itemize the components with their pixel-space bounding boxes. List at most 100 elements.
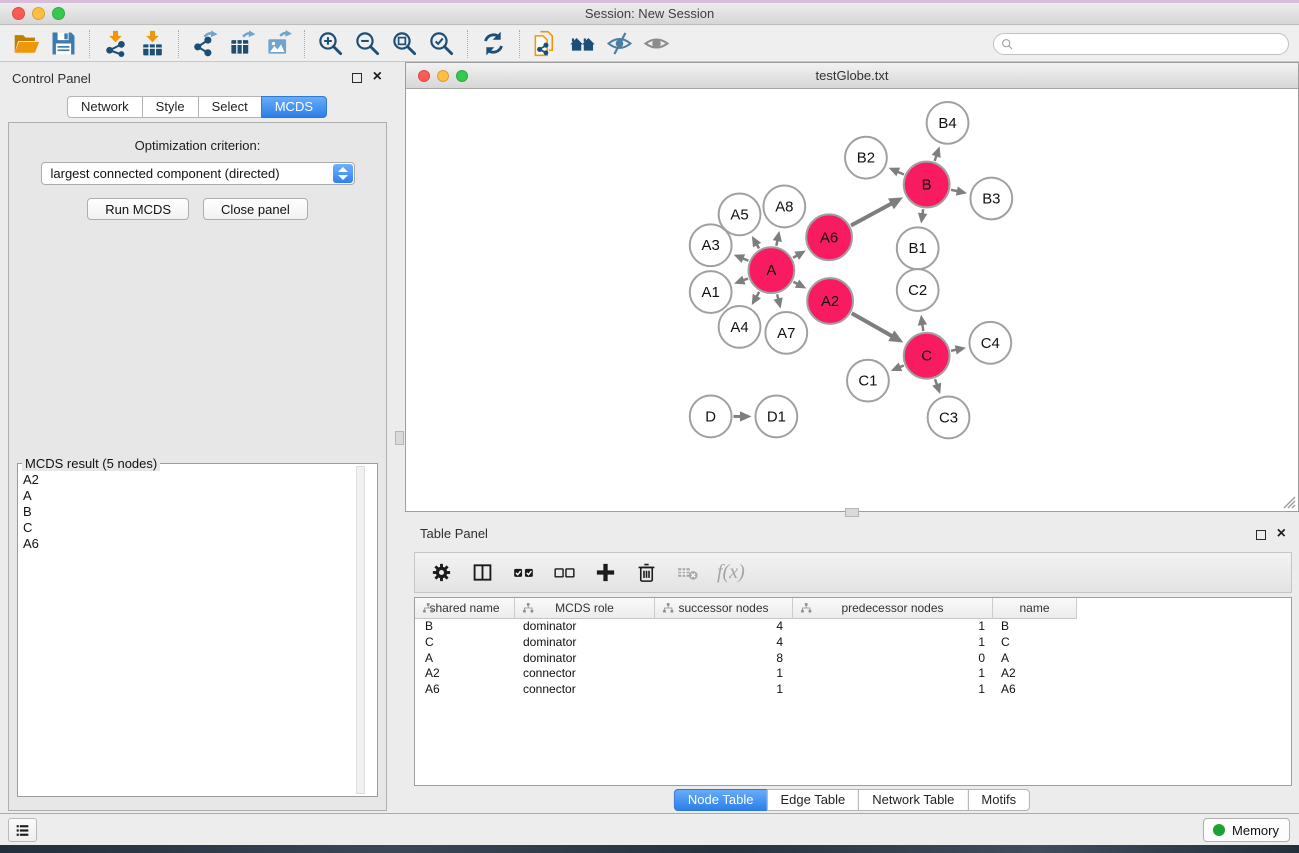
table-cell[interactable]: A6 (415, 682, 515, 698)
graph-node-C[interactable]: C (904, 333, 950, 379)
table-cell[interactable]: A2 (415, 666, 515, 682)
table-cell[interactable]: 1 (793, 666, 993, 682)
graph-node-A4[interactable]: A4 (719, 306, 761, 348)
table-row-a2[interactable]: A2connector11A2 (415, 666, 1291, 682)
table-float-panel-icon[interactable] (1256, 530, 1266, 540)
toolbar-button-export-image[interactable] (260, 28, 297, 60)
search-box[interactable] (993, 33, 1289, 55)
toolbar-button-import-table[interactable] (134, 28, 171, 60)
table-close-panel-icon[interactable]: × (1277, 524, 1286, 544)
table-cell[interactable]: 0 (793, 651, 993, 667)
mcds-result-item-a[interactable]: A (23, 488, 377, 504)
table-cell[interactable]: A2 (993, 666, 1077, 682)
zoom-traffic-light[interactable] (52, 7, 65, 20)
tab-network[interactable]: Network (67, 96, 143, 118)
column-header-successor-nodes[interactable]: successor nodes (655, 598, 793, 619)
result-scrollbar[interactable] (356, 466, 365, 794)
table-cell[interactable]: 4 (655, 635, 793, 651)
toolbar-button-zoom-fit[interactable] (386, 28, 423, 60)
table-tool-delete-row[interactable] (633, 560, 659, 586)
table-tool-settings-gear[interactable] (428, 560, 454, 586)
mcds-result-item-c[interactable]: C (23, 520, 377, 536)
toolbar-button-hide-panel[interactable] (601, 28, 638, 60)
graph-node-C4[interactable]: C4 (969, 322, 1011, 364)
table-cell[interactable]: connector (515, 666, 655, 682)
graph-node-A3[interactable]: A3 (690, 224, 732, 266)
search-input[interactable] (1019, 37, 1281, 52)
graph-node-A1[interactable]: A1 (690, 271, 732, 313)
toolbar-button-network-from-file[interactable] (527, 28, 564, 60)
toolbar-button-refresh-layout[interactable] (475, 28, 512, 60)
table-cell[interactable]: dominator (515, 619, 655, 635)
table-tool-add-row[interactable] (592, 560, 618, 586)
toolbar-button-export-network[interactable] (186, 28, 223, 60)
table-cell[interactable]: 1 (655, 682, 793, 698)
table-cell[interactable]: 4 (655, 619, 793, 635)
table-tab-edge-table[interactable]: Edge Table (766, 789, 859, 811)
float-panel-icon[interactable] (352, 73, 362, 83)
edge-B-B2[interactable] (897, 172, 904, 175)
table-cell[interactable]: B (993, 619, 1077, 635)
network-close-traffic-light[interactable] (418, 70, 430, 82)
table-row-a[interactable]: Adominator80A (415, 651, 1291, 667)
graph-node-A[interactable]: A (748, 247, 794, 293)
graph-node-A7[interactable]: A7 (765, 312, 807, 354)
table-cell[interactable]: B (415, 619, 515, 635)
mcds-result-item-b[interactable]: B (23, 504, 377, 520)
graph-node-A2[interactable]: A2 (807, 278, 853, 324)
table-cell[interactable]: A6 (993, 682, 1077, 698)
tab-mcds[interactable]: MCDS (261, 96, 327, 118)
table-cell[interactable]: A (415, 651, 515, 667)
graph-node-B[interactable]: B (904, 162, 950, 208)
table-cell[interactable]: connector (515, 682, 655, 698)
network-graph[interactable]: B4B2BB3A8A5A6A3B1AC2A1A2A4A7C4CC1C3DD1 (406, 90, 1298, 511)
close-panel-icon[interactable]: × (373, 67, 382, 87)
window-resize-grip[interactable] (1280, 493, 1296, 509)
network-canvas[interactable]: B4B2BB3A8A5A6A3B1AC2A1A2A4A7C4CC1C3DD1 (406, 90, 1298, 511)
graph-node-B3[interactable]: B3 (970, 178, 1012, 220)
graph-node-C1[interactable]: C1 (847, 360, 889, 402)
table-tab-network-table[interactable]: Network Table (858, 789, 968, 811)
table-cell[interactable]: C (993, 635, 1077, 651)
column-header-name[interactable]: name (993, 598, 1077, 619)
toolbar-button-open-file[interactable] (8, 28, 45, 60)
minimize-traffic-light[interactable] (32, 7, 45, 20)
table-tool-columns[interactable] (469, 560, 495, 586)
table-row-b[interactable]: Bdominator41B (415, 619, 1291, 635)
graph-node-C3[interactable]: C3 (928, 397, 970, 439)
close-panel-button[interactable]: Close panel (203, 198, 308, 220)
graph-node-A8[interactable]: A8 (763, 186, 805, 228)
toolbar-button-zoom-out[interactable] (349, 28, 386, 60)
toolbar-button-zoom-selected[interactable] (423, 28, 460, 60)
graph-node-B1[interactable]: B1 (897, 227, 939, 269)
mcds-result-item-a6[interactable]: A6 (23, 536, 377, 552)
criterion-dropdown[interactable]: largest connected component (directed) (41, 162, 355, 185)
tab-style[interactable]: Style (142, 96, 199, 118)
toolbar-button-save-session[interactable] (45, 28, 82, 60)
toolbar-button-export-table[interactable] (223, 28, 260, 60)
table-cell[interactable]: dominator (515, 651, 655, 667)
edge-C-C2[interactable] (922, 324, 923, 331)
edge-B-B3[interactable] (951, 190, 958, 191)
table-cell[interactable]: A (993, 651, 1077, 667)
table-cell[interactable]: 1 (793, 682, 993, 698)
column-header-predecessor-nodes[interactable]: predecessor nodes (793, 598, 993, 619)
graph-node-D[interactable]: D (690, 396, 732, 438)
horizontal-splitter-grip[interactable] (845, 508, 859, 517)
table-cell[interactable]: 8 (655, 651, 793, 667)
graph-node-B4[interactable]: B4 (927, 102, 969, 144)
vertical-splitter-grip[interactable] (395, 431, 404, 445)
toolbar-button-zoom-in[interactable] (312, 28, 349, 60)
run-mcds-button[interactable]: Run MCDS (87, 198, 189, 220)
table-tool-select-all[interactable] (510, 560, 536, 586)
task-list-button[interactable] (8, 818, 37, 842)
mcds-result-item-a2[interactable]: A2 (23, 472, 377, 488)
network-minimize-traffic-light[interactable] (437, 70, 449, 82)
table-row-a6[interactable]: A6connector11A6 (415, 682, 1291, 698)
table-cell[interactable]: 1 (793, 619, 993, 635)
graph-node-C2[interactable]: C2 (897, 269, 939, 311)
table-tab-node-table[interactable]: Node Table (674, 789, 768, 811)
toolbar-button-import-network[interactable] (97, 28, 134, 60)
table-cell[interactable]: dominator (515, 635, 655, 651)
toolbar-button-show-panels[interactable] (564, 28, 601, 60)
